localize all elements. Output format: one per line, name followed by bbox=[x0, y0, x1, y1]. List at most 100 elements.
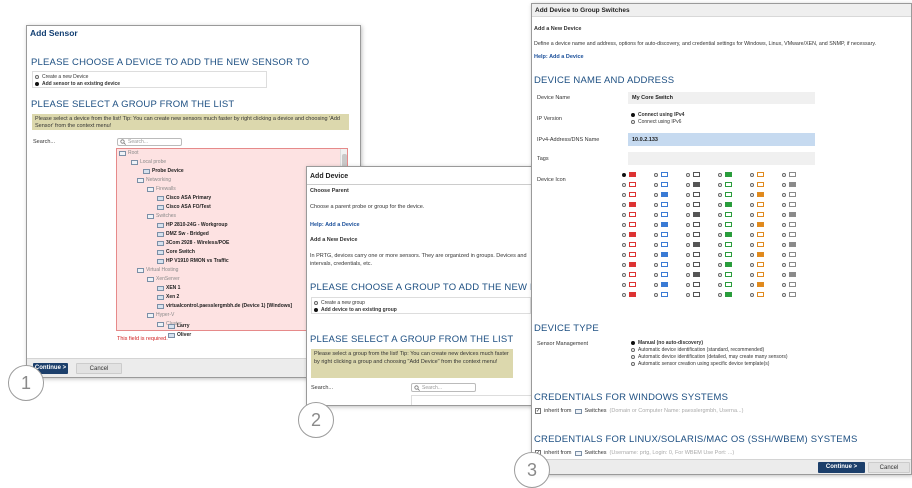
tree-node[interactable]: HP 2810-24G - Workgroup bbox=[157, 222, 228, 228]
radio-ipv6[interactable]: Connect using IPv6 bbox=[631, 118, 684, 125]
device-icon-option[interactable] bbox=[750, 292, 764, 297]
device-icon-option[interactable] bbox=[622, 252, 636, 257]
device-icon-option[interactable] bbox=[686, 172, 700, 177]
tree-node[interactable]: 3Com 2928 - Wireless/POE bbox=[157, 240, 229, 246]
tree-node[interactable]: Virtual Hosting bbox=[137, 267, 178, 273]
cancel-button[interactable]: Cancel bbox=[868, 462, 910, 473]
device-icon-option[interactable] bbox=[654, 242, 668, 247]
device-icon-option[interactable] bbox=[718, 232, 732, 237]
device-icon-option[interactable] bbox=[654, 272, 668, 277]
device-icon-option[interactable] bbox=[750, 242, 764, 247]
device-icon-option[interactable] bbox=[750, 232, 764, 237]
continue-button[interactable]: Continue > bbox=[818, 462, 865, 473]
tree-node[interactable]: Local probe bbox=[131, 159, 166, 165]
device-icon-option[interactable] bbox=[718, 222, 732, 227]
device-icon-option[interactable] bbox=[686, 212, 700, 217]
device-icon-option[interactable] bbox=[750, 252, 764, 257]
device-icon-option[interactable] bbox=[718, 212, 732, 217]
device-icon-option[interactable] bbox=[622, 262, 636, 267]
device-icon-option[interactable] bbox=[686, 182, 700, 187]
help-link[interactable]: Help: Add a Device bbox=[534, 54, 584, 60]
device-icon-option[interactable] bbox=[654, 172, 668, 177]
cancel-button[interactable]: Cancel bbox=[76, 363, 122, 374]
device-icon-option[interactable] bbox=[750, 192, 764, 197]
device-icon-option[interactable] bbox=[750, 202, 764, 207]
device-icon-option[interactable] bbox=[782, 242, 796, 247]
device-icon-option[interactable] bbox=[782, 292, 796, 297]
search-input-2[interactable]: Search... bbox=[411, 383, 476, 392]
tree-node[interactable]: DMZ Sw - Bridged bbox=[157, 231, 209, 237]
tree-node[interactable]: HP V1910 RMON vs Traffic bbox=[157, 258, 229, 264]
tree-node[interactable]: Cisco ASA Primary bbox=[157, 195, 211, 201]
tree-node[interactable]: Hyper-V bbox=[147, 312, 174, 318]
device-icon-option[interactable] bbox=[782, 232, 796, 237]
device-icon-option[interactable] bbox=[686, 242, 700, 247]
device-icon-option[interactable] bbox=[782, 262, 796, 267]
device-icon-option[interactable] bbox=[622, 272, 636, 277]
device-icon-option[interactable] bbox=[718, 252, 732, 257]
device-icon-option[interactable] bbox=[718, 272, 732, 277]
help-link[interactable]: Help: Add a Device bbox=[310, 222, 360, 228]
device-icon-option[interactable] bbox=[718, 282, 732, 287]
tree-node[interactable]: XEN 1 bbox=[157, 285, 180, 291]
device-icon-option[interactable] bbox=[718, 172, 732, 177]
windows-inherit-checkbox[interactable]: ✓ bbox=[535, 408, 541, 414]
device-icon-option[interactable] bbox=[654, 182, 668, 187]
device-icon-option[interactable] bbox=[750, 172, 764, 177]
device-icon-option[interactable] bbox=[782, 282, 796, 287]
device-icon-option[interactable] bbox=[782, 272, 796, 277]
device-icon-option[interactable] bbox=[686, 202, 700, 207]
tree-node[interactable]: Oliver bbox=[168, 332, 191, 338]
address-input[interactable]: 10.0.2.133 bbox=[628, 133, 815, 146]
device-icon-option[interactable] bbox=[686, 232, 700, 237]
device-icon-option[interactable] bbox=[654, 222, 668, 227]
radio-auto-standard[interactable]: Automatic device identification (standar… bbox=[631, 346, 788, 353]
device-icon-option[interactable] bbox=[750, 222, 764, 227]
device-icon-option[interactable] bbox=[622, 232, 636, 237]
device-icon-option[interactable] bbox=[654, 262, 668, 267]
device-icon-option[interactable] bbox=[654, 282, 668, 287]
device-icon-option[interactable] bbox=[654, 202, 668, 207]
search-input[interactable]: Search... bbox=[117, 138, 182, 146]
device-icon-option[interactable] bbox=[622, 172, 636, 177]
tree-node[interactable]: virtualcontrol.paesslergmbh.de (Device 1… bbox=[157, 303, 292, 309]
device-icon-option[interactable] bbox=[686, 222, 700, 227]
device-icon-option[interactable] bbox=[782, 222, 796, 227]
tree-node[interactable]: Core Switch bbox=[157, 249, 195, 255]
device-icon-option[interactable] bbox=[782, 212, 796, 217]
radio-existing-device[interactable]: Add sensor to an existing device bbox=[35, 80, 264, 87]
device-icon-option[interactable] bbox=[718, 192, 732, 197]
device-icon-option[interactable] bbox=[654, 192, 668, 197]
device-icon-option[interactable] bbox=[622, 192, 636, 197]
tree-node[interactable]: Networking bbox=[137, 177, 171, 183]
device-icon-option[interactable] bbox=[622, 242, 636, 247]
device-icon-option[interactable] bbox=[718, 202, 732, 207]
device-icon-option[interactable] bbox=[686, 262, 700, 267]
device-icon-option[interactable] bbox=[622, 202, 636, 207]
device-icon-option[interactable] bbox=[750, 262, 764, 267]
tree-node[interactable]: Cisco ASA FO/Test bbox=[157, 204, 211, 210]
tags-input[interactable] bbox=[628, 152, 815, 165]
tree-node[interactable]: Root bbox=[119, 150, 139, 156]
device-icon-option[interactable] bbox=[750, 212, 764, 217]
device-icon-option[interactable] bbox=[686, 282, 700, 287]
tree-node[interactable]: Probe Device bbox=[143, 168, 184, 174]
radio-auto-detailed[interactable]: Automatic device identification (detaile… bbox=[631, 353, 788, 360]
device-icon-option[interactable] bbox=[782, 252, 796, 257]
device-icon-option[interactable] bbox=[718, 242, 732, 247]
device-icon-option[interactable] bbox=[750, 282, 764, 287]
tree-node[interactable]: Firewalls bbox=[147, 186, 176, 192]
device-icon-option[interactable] bbox=[718, 292, 732, 297]
device-icon-option[interactable] bbox=[750, 182, 764, 187]
radio-create-group[interactable]: Create a new group bbox=[314, 299, 528, 306]
radio-auto-template[interactable]: Automatic sensor creation using specific… bbox=[631, 360, 788, 367]
device-icon-option[interactable] bbox=[654, 212, 668, 217]
device-icon-option[interactable] bbox=[654, 292, 668, 297]
device-icon-option[interactable] bbox=[622, 222, 636, 227]
device-icon-option[interactable] bbox=[782, 172, 796, 177]
tree-node[interactable]: Xen 2 bbox=[157, 294, 179, 300]
radio-manual[interactable]: Manual (no auto-discovery) bbox=[631, 339, 788, 346]
device-icon-option[interactable] bbox=[718, 262, 732, 267]
device-icon-option[interactable] bbox=[622, 292, 636, 297]
radio-ipv4[interactable]: Connect using IPv4 bbox=[631, 111, 684, 118]
